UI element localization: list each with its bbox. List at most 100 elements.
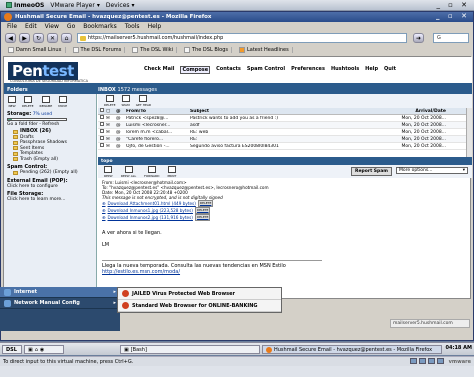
bookmark-latest-headlines[interactable]: Latest Headlines (236, 47, 293, 53)
task-firefox[interactable]: Hushmail Secure Email - hvazquez@pentest… (262, 345, 442, 354)
network-icon[interactable] (428, 358, 435, 364)
firefox-window-buttons[interactable]: _ ▫ ✕ (436, 12, 470, 20)
msg-subject: Pastrick wants to add you as a friend :) (190, 115, 278, 121)
home-button[interactable]: ⌂ (61, 33, 72, 43)
nav-contacts[interactable]: Contacts (216, 66, 241, 74)
usb-icon[interactable] (437, 358, 444, 364)
delete-folder-button[interactable]: DELETE (22, 96, 34, 108)
devices-menu[interactable]: Devices ▾ (106, 2, 135, 9)
server-footer: mailserver5.hushmail.com (390, 319, 470, 328)
row-checkbox[interactable] (98, 115, 106, 121)
server-footer-text: mailserver5.hushmail.com (393, 321, 453, 326)
select-all-checkbox[interactable] (98, 108, 106, 114)
more-options-select[interactable]: More options... ▾ (396, 167, 468, 174)
nav-quit[interactable]: Quit (384, 66, 396, 74)
logo-accent: test (42, 62, 74, 80)
bookmark-dsl-wiki[interactable]: The DSL Wiki (129, 47, 178, 53)
stop-button[interactable]: ✕ (47, 33, 58, 43)
table-row[interactable]: ✉ @ Luismi <lecrosner... asdf Mon, 20 Oct… (98, 122, 472, 129)
menu-view[interactable]: View (45, 23, 59, 30)
get-header-button[interactable]: GET HEAD (136, 95, 151, 107)
table-row[interactable]: ✉ @ lorem m.m <cabal... RE: web Mon, 20 O… (98, 129, 472, 136)
report-spam-button[interactable]: Report Spam (351, 167, 392, 176)
message-body: A ver ahora si te llegan. LM Llega la nu… (102, 230, 468, 275)
menu-file[interactable]: File (7, 23, 17, 30)
nav-spam-control[interactable]: Spam Control (247, 66, 285, 74)
col-subject[interactable]: Subject (190, 109, 340, 114)
disk-icon[interactable] (410, 358, 417, 364)
body-link[interactable]: http://estilo.es.msn.com/moda/ (102, 269, 468, 275)
menu-internet[interactable]: Internet ▸ (0, 287, 120, 298)
attachment-icon: ⊕ (102, 215, 106, 220)
vm-icon (6, 2, 12, 8)
vm-window-buttons[interactable]: _ ▫ ✕ (436, 1, 470, 9)
reply-all-button[interactable]: REPLY ALL (121, 165, 136, 178)
folder-toolbar: NEW DELETE RENAME MOVE (4, 94, 96, 110)
menu-network-config[interactable]: Network Manual Config ▸ (0, 298, 120, 309)
reply-button[interactable]: REPLY (104, 165, 113, 178)
url-bar[interactable]: https://mailserver5.hushmail.com/hushmai… (77, 33, 407, 43)
table-row[interactable]: ✉ @ "Carefe florero... RE: Mon, 20 Oct 20… (98, 136, 472, 143)
table-row[interactable]: ✉ @ Patrick <spez8@... Pastrick wants to … (98, 115, 472, 122)
nav-hushtools[interactable]: Hushtools (331, 66, 359, 74)
bookmark-dsl[interactable]: Damn Small Linux (5, 47, 66, 53)
delete-attachment-button[interactable]: DELETE (194, 214, 211, 221)
delete-message-button[interactable]: DELETE (104, 95, 116, 107)
task-bash[interactable]: ▣ [Bash] (120, 345, 260, 354)
attachment-link[interactable]: ⊕ Download Inmunos2.jpg (131,916 bytes) DE… (102, 214, 468, 221)
back-button[interactable]: ◀ (5, 33, 16, 43)
reload-button[interactable]: ↻ (33, 33, 44, 43)
move-folder-button[interactable]: MOVE (58, 96, 67, 108)
nav-preferences[interactable]: Preferences (291, 66, 325, 74)
firefox-titlebar: Hushmail Secure Email - hvazquez@pentest… (1, 12, 473, 22)
go-button[interactable]: ➜ (413, 33, 424, 43)
cdrom-icon[interactable] (419, 358, 426, 364)
col-arrival[interactable]: Arrival/Date (340, 109, 450, 114)
vmware-player-menu[interactable]: VMware Player ▾ (50, 2, 100, 9)
attachment-link[interactable]: ⊕ Download Attachment01.html (449 bytes) D… (102, 200, 468, 207)
row-checkbox[interactable] (98, 122, 106, 128)
delete-attachment-button[interactable]: DELETE (194, 207, 211, 214)
nav-check-mail[interactable]: Check Mail (144, 66, 174, 74)
forward-button-mail[interactable]: FORWARD (144, 165, 159, 178)
spam-button[interactable]: SPAM (122, 95, 130, 107)
bookmark-dsl-forums[interactable]: The DSL Forums (70, 47, 126, 53)
folder-trash[interactable]: Trash (Empty all) (13, 157, 93, 163)
file-storage-link[interactable]: Click here to learn more... (7, 197, 93, 202)
folder-spam-pending[interactable]: Pending (262) (Empty all) (13, 170, 93, 176)
forward-button[interactable]: ▶ (19, 33, 30, 43)
quicklaunch[interactable]: ▣ ⌂ ◉ (24, 345, 64, 354)
os-tab[interactable]: InmeoOS (6, 2, 44, 9)
menu-edit[interactable]: Edit (25, 23, 37, 30)
refresh-text[interactable]: Go a fold fder - Refresh (7, 122, 93, 127)
nav-compose[interactable]: Compose (180, 66, 211, 74)
col-from[interactable]: From/To (126, 109, 190, 114)
nav-help[interactable]: Help (365, 66, 378, 74)
rename-folder-button[interactable]: RENAME (40, 96, 52, 108)
message-list-scrollbar[interactable] (466, 108, 472, 158)
dsl-start-button[interactable]: DSL (2, 345, 22, 354)
storage-section: Storage: 7% used Go a fold fder - Refres… (4, 110, 96, 128)
envelope-icon: ✉ (106, 122, 110, 128)
jailed-browser-item[interactable]: JAILED Virus Protected Web Browser (118, 288, 281, 300)
row-checkbox[interactable] (98, 143, 106, 149)
menu-tools[interactable]: Tools (125, 23, 140, 30)
new-folder-button[interactable]: NEW (8, 96, 16, 108)
row-checkbox[interactable] (98, 129, 106, 135)
attachment-link[interactable]: ⊕ Download Inmunos1.jpg (223,528 bytes) DE… (102, 207, 468, 214)
row-checkbox[interactable] (98, 136, 106, 142)
menu-go[interactable]: Go (67, 23, 75, 30)
tb-label: PRINT (167, 173, 177, 178)
search-input[interactable]: G (433, 33, 469, 43)
devices-label: Devices (105, 1, 130, 9)
menu-help[interactable]: Help (148, 23, 162, 30)
delete-attachment-button[interactable]: DELETE (197, 200, 214, 207)
bookmark-dsl-blogs[interactable]: The DSL Blogs (181, 47, 232, 53)
task-label: Hushmail Secure Email - hvazquez@pentest… (274, 346, 433, 353)
print-button[interactable]: PRINT (167, 165, 177, 178)
external-email-link[interactable]: Click here to configure (7, 184, 93, 189)
menu-bookmarks[interactable]: Bookmarks (83, 23, 117, 30)
standard-browser-item[interactable]: Standard Web Browser for ONLINE-BANKING (118, 300, 281, 312)
table-row[interactable]: ✉ @ Ojfo, de Gestión -... Segundo aviso f… (98, 143, 472, 150)
logo-main: Pen (12, 62, 43, 80)
